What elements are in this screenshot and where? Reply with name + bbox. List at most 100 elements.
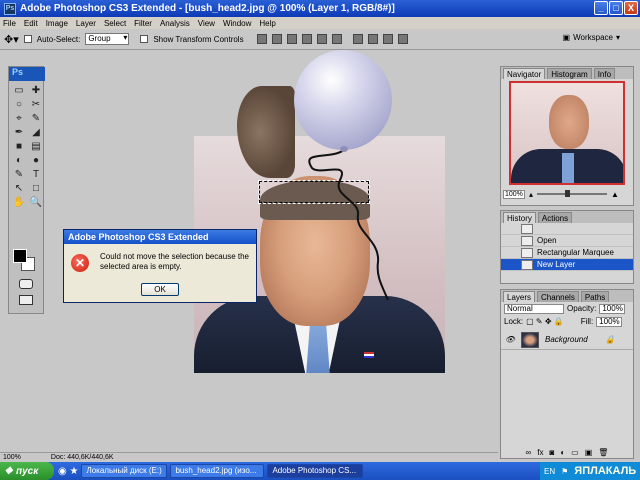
align-bottom-icon[interactable] (286, 34, 297, 44)
trash-icon[interactable]: 🗑 (598, 448, 608, 457)
pen-tool-icon[interactable]: ✒ (12, 126, 26, 138)
tab-channels[interactable]: Channels (537, 291, 579, 302)
path-tool-icon[interactable]: ✎ (12, 168, 26, 180)
chevron-down-icon: ▾ (615, 33, 620, 42)
history-item-selected[interactable]: New Layer (501, 259, 633, 271)
navigator-preview[interactable] (509, 81, 625, 185)
maximize-button[interactable]: □ (609, 1, 623, 15)
menu-select[interactable]: Select (104, 19, 126, 28)
tab-paths[interactable]: Paths (580, 291, 610, 302)
align-top-icon[interactable] (256, 34, 267, 44)
lock-icon[interactable]: ▢ ✎ ✥ 🔒 (526, 317, 564, 326)
tab-history[interactable]: History (503, 212, 536, 223)
move-tool-icon[interactable]: ✚ (29, 84, 43, 96)
tab-actions[interactable]: Actions (537, 212, 573, 223)
distribute-middle-icon[interactable] (367, 34, 378, 44)
stamp-tool-icon[interactable]: ■ (12, 140, 26, 152)
navigator-zoom-field[interactable]: 100% (503, 189, 525, 199)
link-icon[interactable]: ∞ (526, 448, 532, 457)
fx-icon[interactable]: fx (537, 448, 543, 457)
history-item[interactable]: Open (501, 235, 633, 247)
tab-histogram[interactable]: Histogram (547, 68, 592, 79)
ok-button[interactable]: OK (141, 283, 179, 296)
history-snapshot[interactable] (501, 223, 633, 235)
tab-layers[interactable]: Layers (503, 291, 536, 302)
tray-icon[interactable]: ⚑ (561, 467, 568, 476)
hand-tool-icon[interactable]: ✋ (12, 196, 26, 208)
quicklaunch-icon[interactable]: ◉ ★ (58, 466, 78, 477)
marquee-tool-icon[interactable]: ▭ (12, 84, 26, 96)
preview-tie (562, 153, 574, 183)
menu-image[interactable]: Image (46, 19, 68, 28)
menu-file[interactable]: File (3, 19, 16, 28)
language-indicator[interactable]: EN (544, 467, 555, 476)
crop-tool-icon[interactable]: ✂ (29, 98, 43, 110)
gradient-tool-icon[interactable]: ▤ (29, 140, 43, 152)
blend-mode-dropdown[interactable]: Normal (504, 303, 564, 314)
adjustment-icon[interactable]: ◐ (560, 448, 565, 457)
screen-mode-icon[interactable] (19, 295, 33, 305)
distribute-top-icon[interactable] (352, 34, 363, 44)
foreground-color-swatch[interactable] (13, 249, 27, 263)
status-zoom[interactable]: 100% (3, 454, 21, 461)
zoom-out-icon[interactable]: ▴ (529, 190, 533, 199)
history-step-icon (521, 235, 533, 246)
menu-filter[interactable]: Filter (134, 19, 152, 28)
taskbar-item[interactable]: bush_head2.jpg (изо... (170, 464, 265, 478)
navigator-panel: Navigator Histogram Info 100% ▴ ▲ (500, 66, 634, 206)
zoom-tool-icon[interactable]: 🔍 (29, 196, 43, 208)
move-tool-icon[interactable]: ✥▾ (4, 33, 19, 46)
align-center-icon[interactable] (316, 34, 327, 44)
eyedropper-tool-icon[interactable]: ⌖ (12, 112, 26, 124)
menu-window[interactable]: Window (223, 19, 251, 28)
workspace-switcher[interactable]: ▣ Workspace ▾ (563, 33, 620, 42)
tab-navigator[interactable]: Navigator (503, 68, 546, 79)
layer-row[interactable]: 👁 Background 🔒 (501, 330, 633, 350)
auto-select-checkbox[interactable] (23, 35, 32, 43)
opacity-field[interactable]: 100% (599, 303, 626, 314)
zoom-in-icon[interactable]: ▲ (611, 190, 619, 199)
history-step-icon (521, 247, 533, 258)
history-item[interactable]: Rectangular Marquee (501, 247, 633, 259)
distribute-bottom-icon[interactable] (382, 34, 393, 44)
align-left-icon[interactable] (301, 34, 312, 44)
menu-layer[interactable]: Layer (76, 19, 96, 28)
eye-icon[interactable]: 👁 (505, 335, 515, 344)
menu-help[interactable]: Help (259, 19, 275, 28)
menu-view[interactable]: View (198, 19, 215, 28)
distribute-left-icon[interactable] (397, 34, 408, 44)
align-right-icon[interactable] (331, 34, 342, 44)
align-middle-icon[interactable] (271, 34, 282, 44)
taskbar-item[interactable]: Локальный диск (E:) (81, 464, 168, 478)
menu-analysis[interactable]: Analysis (160, 19, 190, 28)
blur-tool-icon[interactable]: ● (29, 154, 43, 166)
error-icon: ✕ (71, 254, 89, 272)
layers-panel: Layers Channels Paths Normal Opacity: 10… (500, 289, 634, 459)
tab-info[interactable]: Info (593, 68, 616, 79)
eraser-tool-icon[interactable]: ◢ (29, 126, 43, 138)
show-transform-checkbox[interactable] (140, 35, 149, 43)
fill-field[interactable]: 100% (596, 316, 623, 327)
close-button[interactable]: X (624, 1, 638, 15)
lasso-tool-icon[interactable]: ○ (12, 98, 26, 110)
dialog-title: Adobe Photoshop CS3 Extended (64, 230, 256, 244)
brand-watermark: ЯПЛАКАЛЬ (574, 465, 637, 477)
minimize-button[interactable]: _ (594, 1, 608, 15)
menu-edit[interactable]: Edit (24, 19, 38, 28)
new-layer-icon[interactable]: ▣ (585, 448, 593, 457)
history-tabs: History Actions (501, 211, 633, 223)
quick-mask-icon[interactable] (19, 279, 33, 289)
auto-select-dropdown[interactable]: Group (85, 33, 130, 45)
dodge-tool-icon[interactable]: ◐ (12, 154, 26, 166)
type-tool-icon[interactable]: T (29, 168, 43, 180)
taskbar-item-active[interactable]: Adobe Photoshop CS... (267, 464, 364, 478)
brush-tool-icon[interactable]: ✎ (29, 112, 43, 124)
balloon (294, 50, 392, 150)
selection-tool-icon[interactable]: ↖ (12, 182, 26, 194)
selection-marquee (258, 180, 370, 204)
shape-tool-icon[interactable]: □ (29, 182, 43, 194)
folder-icon[interactable]: ▭ (571, 448, 579, 457)
mask-icon[interactable]: ◙ (549, 448, 554, 457)
start-button[interactable]: ❖ пуск (0, 462, 54, 480)
zoom-slider[interactable] (537, 190, 608, 197)
